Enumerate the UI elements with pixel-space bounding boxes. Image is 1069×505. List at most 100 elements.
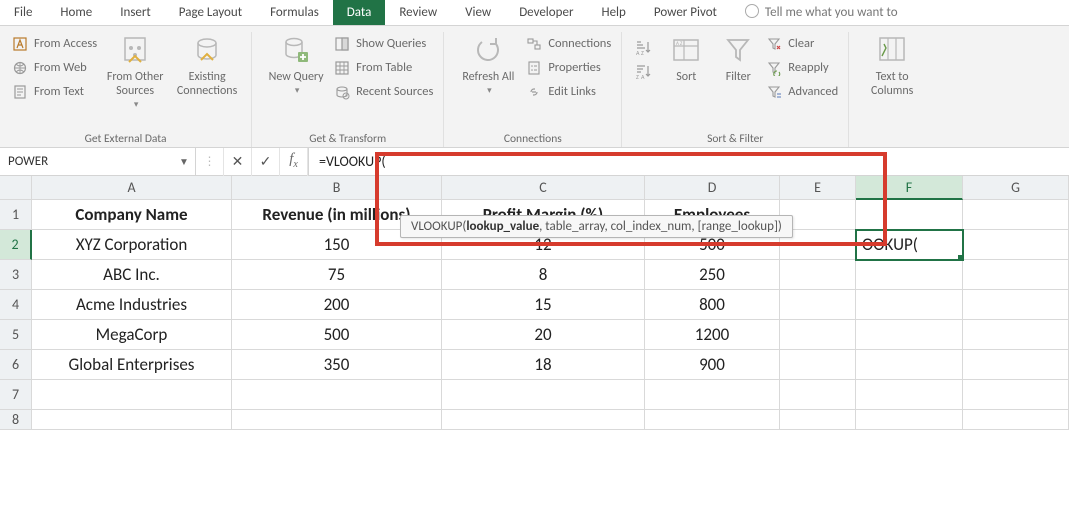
cell-a3[interactable]: ABC Inc. bbox=[32, 260, 232, 290]
enter-button[interactable]: ✓ bbox=[252, 148, 280, 176]
tell-me[interactable]: Tell me what you want to bbox=[731, 0, 912, 25]
cell-d7[interactable] bbox=[645, 380, 780, 410]
tab-page-layout[interactable]: Page Layout bbox=[165, 0, 256, 25]
cell-g2[interactable] bbox=[963, 230, 1069, 260]
cell-a1[interactable]: Company Name bbox=[32, 200, 232, 230]
advanced-button[interactable]: Advanced bbox=[764, 82, 840, 102]
name-box[interactable] bbox=[6, 153, 177, 170]
new-query-button[interactable]: New Query▾ bbox=[260, 32, 332, 98]
recent-sources-button[interactable]: Recent Sources bbox=[332, 82, 435, 102]
cell-a6[interactable]: Global Enterprises bbox=[32, 350, 232, 380]
row-header-7[interactable]: 7 bbox=[0, 380, 32, 410]
tab-insert[interactable]: Insert bbox=[106, 0, 165, 25]
sort-button[interactable]: AZ Sort bbox=[660, 32, 712, 84]
refresh-all-button[interactable]: Refresh All▾ bbox=[452, 32, 524, 98]
cell-g6[interactable] bbox=[963, 350, 1069, 380]
tab-formulas[interactable]: Formulas bbox=[256, 0, 333, 25]
cell-b8[interactable] bbox=[232, 410, 442, 430]
cell-e6[interactable] bbox=[780, 350, 856, 380]
col-header-b[interactable]: B bbox=[232, 176, 442, 200]
name-box-dropdown[interactable]: ▼ bbox=[177, 155, 195, 168]
cancel-button[interactable]: ✕ bbox=[224, 148, 252, 176]
cell-a8[interactable] bbox=[32, 410, 232, 430]
cell-f6[interactable] bbox=[856, 350, 963, 380]
formula-input[interactable]: =VLOOKUP( bbox=[309, 148, 1069, 175]
cell-g8[interactable] bbox=[963, 410, 1069, 430]
col-header-g[interactable]: G bbox=[963, 176, 1069, 200]
cell-f4[interactable] bbox=[856, 290, 963, 320]
row-header-8[interactable]: 8 bbox=[0, 410, 32, 430]
from-other-sources-button[interactable]: From Other Sources▾ bbox=[99, 32, 171, 112]
cell-b4[interactable]: 200 bbox=[232, 290, 442, 320]
cell-g4[interactable] bbox=[963, 290, 1069, 320]
row-header-1[interactable]: 1 bbox=[0, 200, 32, 230]
cell-c3[interactable]: 8 bbox=[442, 260, 645, 290]
edit-links-button[interactable]: Edit Links bbox=[524, 82, 613, 102]
cell-c8[interactable] bbox=[442, 410, 645, 430]
row-header-4[interactable]: 4 bbox=[0, 290, 32, 320]
col-header-f[interactable]: F bbox=[856, 176, 963, 200]
clear-button[interactable]: Clear bbox=[764, 34, 840, 54]
col-header-e[interactable]: E bbox=[780, 176, 856, 200]
cell-g3[interactable] bbox=[963, 260, 1069, 290]
cell-d5[interactable]: 1200 bbox=[645, 320, 780, 350]
reapply-button[interactable]: Reapply bbox=[764, 58, 840, 78]
cell-f8[interactable] bbox=[856, 410, 963, 430]
from-text-button[interactable]: From Text bbox=[10, 82, 99, 102]
tab-home[interactable]: Home bbox=[46, 0, 106, 25]
show-queries-button[interactable]: Show Queries bbox=[332, 34, 435, 54]
cell-d6[interactable]: 900 bbox=[645, 350, 780, 380]
cell-e7[interactable] bbox=[780, 380, 856, 410]
cell-c5[interactable]: 20 bbox=[442, 320, 645, 350]
col-header-a[interactable]: A bbox=[32, 176, 232, 200]
cell-f7[interactable] bbox=[856, 380, 963, 410]
cell-f1[interactable] bbox=[856, 200, 963, 230]
tab-review[interactable]: Review bbox=[385, 0, 451, 25]
tab-power-pivot[interactable]: Power Pivot bbox=[640, 0, 731, 25]
cell-a2[interactable]: XYZ Corporation bbox=[32, 230, 232, 260]
cell-a7[interactable] bbox=[32, 380, 232, 410]
cell-c6[interactable]: 18 bbox=[442, 350, 645, 380]
cell-d3[interactable]: 250 bbox=[645, 260, 780, 290]
tab-help[interactable]: Help bbox=[587, 0, 639, 25]
cell-f5[interactable] bbox=[856, 320, 963, 350]
row-header-2[interactable]: 2 bbox=[0, 230, 32, 260]
select-all-corner[interactable] bbox=[0, 176, 32, 200]
text-to-columns-button[interactable]: Text to Columns bbox=[857, 32, 927, 98]
cell-d4[interactable]: 800 bbox=[645, 290, 780, 320]
cell-e3[interactable] bbox=[780, 260, 856, 290]
cell-f2[interactable]: OOKUP( bbox=[856, 230, 963, 260]
filter-button[interactable]: Filter bbox=[712, 32, 764, 84]
cell-e8[interactable] bbox=[780, 410, 856, 430]
tab-file[interactable]: File bbox=[0, 0, 46, 25]
from-access-button[interactable]: From Access bbox=[10, 34, 99, 54]
row-header-3[interactable]: 3 bbox=[0, 260, 32, 290]
cell-b7[interactable] bbox=[232, 380, 442, 410]
cell-b6[interactable]: 350 bbox=[232, 350, 442, 380]
from-table-button[interactable]: From Table bbox=[332, 58, 435, 78]
insert-function-button[interactable]: fx bbox=[280, 145, 308, 179]
sort-asc-button[interactable]: AZ bbox=[630, 38, 656, 58]
cell-b3[interactable]: 75 bbox=[232, 260, 442, 290]
cell-e4[interactable] bbox=[780, 290, 856, 320]
cell-g5[interactable] bbox=[963, 320, 1069, 350]
cell-d8[interactable] bbox=[645, 410, 780, 430]
cell-a4[interactable]: Acme Industries bbox=[32, 290, 232, 320]
cell-f3[interactable] bbox=[856, 260, 963, 290]
tab-data[interactable]: Data bbox=[333, 0, 386, 25]
properties-button[interactable]: Properties bbox=[524, 58, 613, 78]
cell-a5[interactable]: MegaCorp bbox=[32, 320, 232, 350]
cell-c4[interactable]: 15 bbox=[442, 290, 645, 320]
cell-b5[interactable]: 500 bbox=[232, 320, 442, 350]
row-header-6[interactable]: 6 bbox=[0, 350, 32, 380]
tab-view[interactable]: View bbox=[451, 0, 505, 25]
cell-e5[interactable] bbox=[780, 320, 856, 350]
row-header-5[interactable]: 5 bbox=[0, 320, 32, 350]
cell-c7[interactable] bbox=[442, 380, 645, 410]
col-header-d[interactable]: D bbox=[645, 176, 780, 200]
cell-g7[interactable] bbox=[963, 380, 1069, 410]
connections-button[interactable]: Connections bbox=[524, 34, 613, 54]
existing-connections-button[interactable]: Existing Connections bbox=[171, 32, 243, 98]
tab-developer[interactable]: Developer bbox=[505, 0, 587, 25]
sort-desc-button[interactable]: ZA bbox=[630, 62, 656, 82]
